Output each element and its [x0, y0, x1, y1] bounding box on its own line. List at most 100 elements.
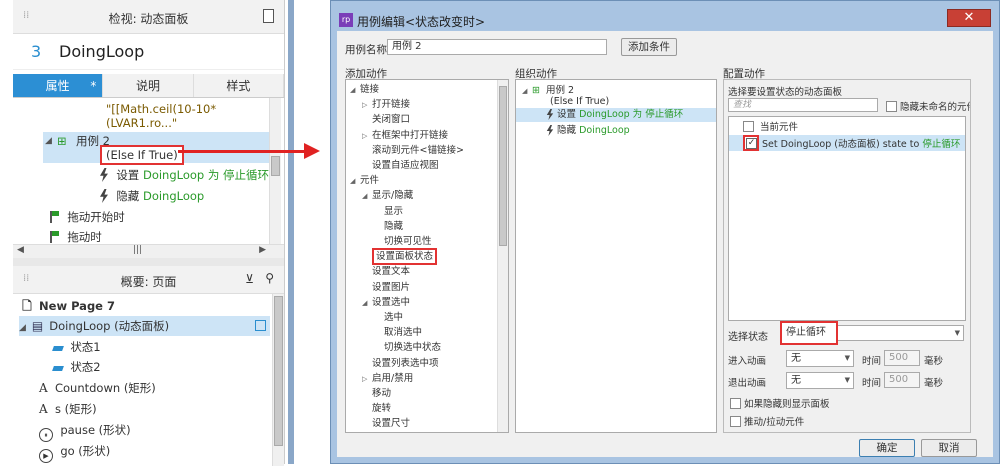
collapse-icon[interactable]: ◢ — [522, 85, 532, 98]
expander-icon[interactable]: ▷ — [362, 373, 372, 386]
tab-properties[interactable]: 属性 * — [13, 74, 104, 97]
search-icon[interactable]: ⚲ — [265, 271, 274, 285]
outline-item-state2[interactable]: 状态2 — [52, 357, 270, 377]
exit-time-input[interactable]: 500 — [884, 372, 920, 388]
widget-name[interactable]: DoingLoop — [59, 42, 144, 61]
add-action-label: 显示/隐藏 — [372, 190, 414, 202]
checkbox[interactable] — [886, 101, 897, 112]
add-action-item[interactable]: 设置图片 — [362, 281, 410, 294]
outline-item-go[interactable]: ▶ go (形状) — [39, 441, 270, 463]
scroll-grip-icon[interactable]: ||| — [133, 245, 142, 255]
filter-icon[interactable]: ⊻ — [245, 272, 254, 286]
add-action-item[interactable]: 设置面板状态 — [362, 248, 438, 266]
outline-scrollbar[interactable] — [272, 294, 284, 466]
checkbox[interactable] — [730, 398, 741, 409]
outline-item-doingloop[interactable]: ◢ ▤ DoingLoop (动态面板) — [19, 316, 270, 336]
enter-ms-label: 毫秒 — [924, 356, 944, 367]
show-if-hidden-option[interactable]: 如果隐藏则显示面板 — [730, 396, 830, 410]
add-action-item[interactable]: ◢ 元件 — [350, 174, 379, 188]
outline-item-s[interactable]: A s (矩形) — [39, 399, 270, 419]
add-action-item[interactable]: 取消选中 — [374, 326, 422, 339]
collapse-icon[interactable]: ◢ — [19, 323, 26, 333]
add-action-item[interactable]: ▷ 在框架中打开链接 — [362, 129, 448, 143]
add-action-item[interactable]: ◢ 设置选中 — [362, 296, 410, 310]
dynamic-panel-icon: ▤ — [31, 319, 44, 333]
add-action-item[interactable]: 移动 — [362, 387, 391, 400]
org-action-hide[interactable]: 隐藏 DoingLoop — [546, 124, 630, 137]
add-action-item[interactable]: 设置列表选中项 — [362, 357, 439, 370]
add-condition-button[interactable]: 添加条件 — [621, 38, 677, 56]
cancel-button[interactable]: 取消 — [921, 439, 977, 457]
ok-button[interactable]: 确定 — [859, 439, 915, 457]
checkbox[interactable] — [730, 416, 741, 427]
outline-item-state1[interactable]: 状态1 — [52, 337, 270, 357]
search-input[interactable]: 查找 — [728, 98, 878, 112]
tab-style[interactable]: 样式 — [193, 74, 284, 97]
tab-notes[interactable]: 说明 — [103, 74, 194, 97]
add-action-item[interactable]: ◢ 链接 — [350, 83, 379, 97]
scroll-right-icon[interactable]: ▶ — [259, 245, 266, 255]
checkbox[interactable] — [743, 121, 754, 132]
expander-icon[interactable]: ◢ — [350, 175, 360, 188]
outline-item-pause[interactable]: ⏸ pause (形状) — [39, 420, 270, 442]
collapse-icon[interactable]: ◢ — [45, 132, 52, 151]
dialog-titlebar[interactable]: rp 用例编辑<状态改变时> ✕ — [331, 1, 999, 35]
add-action-item[interactable]: 选中 — [374, 311, 403, 324]
checkbox-highlight[interactable]: ✓ — [743, 135, 759, 151]
add-action-item[interactable]: 切换选中状态 — [374, 341, 441, 354]
add-action-label: 设置选中 — [372, 296, 411, 308]
add-action-item[interactable]: 旋转 — [362, 402, 391, 415]
add-action-item[interactable]: 关闭窗口 — [362, 113, 410, 126]
add-action-scrollbar[interactable] — [497, 80, 508, 432]
lightning-icon — [100, 189, 108, 203]
inspector-hscrollbar[interactable]: ◀ ||| ▶ — [13, 244, 284, 258]
panel-marker-icon — [255, 320, 266, 331]
outline-item-countdown[interactable]: A Countdown (矩形) — [39, 378, 270, 398]
action-set-state[interactable]: 设置 DoingLoop 为 停止循环 — [99, 166, 269, 185]
expander-icon[interactable]: ◢ — [350, 84, 360, 97]
current-widget-row[interactable]: 当前元件 — [743, 121, 798, 134]
scroll-thumb[interactable] — [271, 156, 280, 176]
widget-header: 3 DoingLoop — [13, 34, 284, 70]
expander-icon[interactable]: ▷ — [362, 99, 372, 112]
add-action-item[interactable]: 隐藏 — [374, 220, 403, 233]
add-action-item[interactable]: 设置自适应视图 — [362, 159, 439, 172]
action-hide[interactable]: 隐藏 DoingLoop — [99, 187, 204, 206]
case-name-input[interactable]: 用例 2 — [387, 39, 607, 55]
event-drag[interactable]: 拖动时 — [49, 228, 102, 244]
select-state-value[interactable]: 停止循环 — [780, 321, 838, 345]
enter-anim-label: 进入动画 — [728, 356, 767, 367]
page-icon[interactable] — [263, 9, 274, 23]
close-icon[interactable]: ✕ — [947, 9, 991, 27]
add-action-item[interactable]: 滚动到元件<锚链接> — [362, 144, 464, 157]
push-pull-option[interactable]: 推动/拉动元件 — [730, 414, 804, 428]
org-case-cond: (Else If True) — [550, 96, 610, 107]
inspector-scrollbar[interactable] — [269, 98, 281, 244]
org-a2-prefix: 隐藏 — [557, 125, 580, 136]
scroll-left-icon[interactable]: ◀ — [17, 245, 24, 255]
scroll-thumb[interactable] — [274, 296, 283, 446]
expander-icon[interactable]: ◢ — [362, 190, 372, 203]
event-drag-start[interactable]: 拖动开始时 — [49, 208, 125, 227]
else-if-true-condition[interactable]: (Else If True) — [100, 145, 184, 165]
add-action-item[interactable]: ▷ 打开链接 — [362, 98, 410, 112]
add-action-item[interactable]: 切换可见性 — [374, 235, 432, 248]
add-action-item[interactable]: ◢ 显示/隐藏 — [362, 189, 413, 203]
add-action-item[interactable]: 设置文本 — [362, 265, 410, 278]
add-action-label: 旋转 — [372, 403, 392, 415]
page-row[interactable]: 🗋 New Page 7 — [19, 296, 270, 316]
org-action-set[interactable]: 设置 DoingLoop 为 停止循环 — [516, 108, 716, 122]
splitter[interactable] — [13, 258, 284, 266]
add-action-label: 滚动到元件<锚链接> — [372, 144, 464, 156]
add-action-item[interactable]: 设置尺寸 — [362, 417, 410, 430]
exit-anim-select[interactable]: 无 ▼ — [786, 372, 854, 389]
add-action-item[interactable]: 显示 — [374, 205, 403, 218]
enter-anim-select[interactable]: 无 ▼ — [786, 350, 854, 367]
expander-icon[interactable]: ▷ — [362, 130, 372, 143]
scroll-thumb[interactable] — [499, 86, 507, 246]
enter-time-input[interactable]: 500 — [884, 350, 920, 366]
expander-icon[interactable]: ◢ — [362, 297, 372, 310]
hide-unnamed-option[interactable]: 隐藏未命名的元件 — [886, 99, 970, 113]
add-action-item[interactable]: ▷ 启用/禁用 — [362, 372, 413, 386]
set-state-row[interactable]: ✓ Set DoingLoop (动态面板) state to 停止循环 — [729, 135, 965, 151]
